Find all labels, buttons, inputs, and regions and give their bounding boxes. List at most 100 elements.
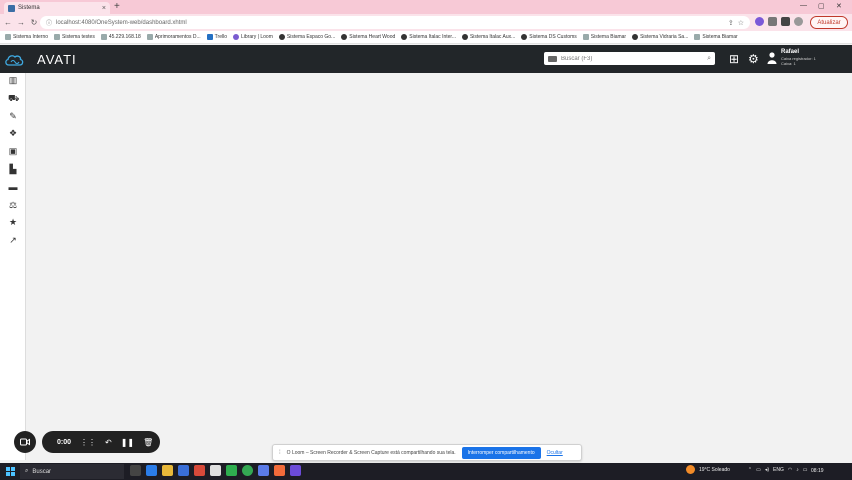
search-icon[interactable]: ⌕ xyxy=(707,55,711,63)
share-icon[interactable]: ⇪ xyxy=(728,19,734,27)
trash-icon[interactable]: 🗑 xyxy=(143,438,153,447)
wrench-icon[interactable]: ✎ xyxy=(8,111,18,121)
pause-icon[interactable]: ❚❚ xyxy=(121,438,134,447)
bookmark-item[interactable]: Sistema testes xyxy=(54,34,95,40)
language-indicator[interactable]: ENG xyxy=(773,467,784,473)
brand-name[interactable]: AVATI xyxy=(37,52,77,67)
drag-handle-icon[interactable]: ⁞ xyxy=(279,450,281,456)
weather-text[interactable]: 19°C Soleado xyxy=(699,467,730,473)
cubes-icon[interactable]: ❖ xyxy=(8,128,18,138)
globe-icon xyxy=(632,34,639,40)
battery-icon[interactable]: ▭ xyxy=(803,467,808,473)
add-icon[interactable]: ⊞ xyxy=(729,53,739,65)
bookmark-item[interactable]: Trello xyxy=(206,34,227,40)
cart-icon[interactable]: ⛟ xyxy=(8,93,19,103)
app-header: AVATI ⌕ ⊞ ⚙ Rafael Caixa registrador: 1 … xyxy=(0,45,852,73)
share-message: O Loom – Screen Recorder & Screen Captur… xyxy=(286,449,456,456)
browser-tab[interactable]: Sistema × xyxy=(4,2,110,14)
money-icon[interactable]: ▣ xyxy=(8,146,18,156)
bookmark-label: Sistema DS Customs xyxy=(529,34,577,40)
bookmark-item[interactable]: Sistema Interno xyxy=(5,34,48,40)
bookmark-item[interactable]: Sistema Biamar xyxy=(582,34,626,40)
truck-icon[interactable]: ▬ xyxy=(8,182,18,192)
industry-icon[interactable]: ▙ xyxy=(8,164,18,174)
stop-sharing-button[interactable]: Interromper compartilhamento xyxy=(461,446,541,459)
bookmark-label: Trello xyxy=(214,34,227,40)
reload-icon[interactable]: ↻ xyxy=(29,18,39,27)
chrome-icon[interactable] xyxy=(242,465,253,476)
volume-icon[interactable]: ◂) xyxy=(765,467,769,473)
restart-icon[interactable]: ↶ xyxy=(105,438,112,447)
sidebar-toggle-icon[interactable] xyxy=(781,17,790,26)
wifi-icon[interactable]: ◠ xyxy=(788,467,792,473)
book-icon[interactable]: ▥ xyxy=(8,75,18,85)
puzzle-icon[interactable] xyxy=(768,17,777,26)
taskbar-search[interactable]: ⌕ Buscar xyxy=(20,464,124,479)
bookmark-item[interactable]: Sistema DS Customs xyxy=(521,34,577,40)
office-icon[interactable] xyxy=(194,465,205,476)
trello-icon xyxy=(206,34,213,40)
search-box[interactable]: ⌕ xyxy=(544,52,715,65)
whatsapp-icon[interactable] xyxy=(226,465,237,476)
slack-icon[interactable] xyxy=(210,465,221,476)
intellij-icon[interactable] xyxy=(274,465,285,476)
weather-icon[interactable] xyxy=(686,465,695,474)
store-icon[interactable] xyxy=(178,465,189,476)
back-icon[interactable]: ← xyxy=(3,18,13,27)
bookmark-item[interactable]: Sistema Italac Inter... xyxy=(401,34,456,40)
bookmark-item[interactable]: Sistema Biamar xyxy=(694,34,738,40)
chevron-up-icon[interactable]: ⌃ xyxy=(748,467,752,473)
loom-extension-icon[interactable] xyxy=(755,17,764,26)
bookmark-item[interactable]: Aprimoramentos D... xyxy=(146,34,201,40)
close-tab-icon[interactable]: × xyxy=(102,5,106,12)
network-icon[interactable]: ▭ xyxy=(756,467,761,473)
bookmark-star-icon[interactable]: ☆ xyxy=(738,19,744,27)
loom-icon xyxy=(233,34,239,40)
maximize-icon[interactable]: ▢ xyxy=(818,2,825,10)
hide-button[interactable]: Ocultar xyxy=(547,450,563,456)
star-icon[interactable]: ★ xyxy=(8,217,18,227)
edge-icon[interactable] xyxy=(146,465,157,476)
speaker-icon[interactable]: ♪ xyxy=(796,467,799,473)
new-tab-button[interactable]: + xyxy=(114,2,120,12)
chart-icon[interactable]: ↗ xyxy=(8,235,18,245)
user-cashier: Caixa: 1 xyxy=(781,61,796,66)
taskbar: ⌕ Buscar 19°C Soleado ⌃ ▭ ◂) ENG ◠ ♪ ▭ 0… xyxy=(0,463,852,480)
profile-avatar-icon[interactable] xyxy=(794,17,803,26)
bookmark-item[interactable]: Sistema Heart Wood xyxy=(341,34,395,40)
minimize-icon[interactable]: — xyxy=(800,2,807,9)
info-icon[interactable]: ⓘ xyxy=(46,18,52,27)
bookmark-item[interactable]: Sistema Italac Aux... xyxy=(461,34,516,40)
scale-icon[interactable]: ⚖ xyxy=(8,200,18,210)
gear-icon[interactable]: ⚙ xyxy=(748,53,759,65)
tab-title: Sistema xyxy=(18,5,40,11)
main-content xyxy=(27,73,852,460)
windows-start-icon[interactable] xyxy=(6,467,15,476)
cloud-logo-icon[interactable] xyxy=(4,53,24,66)
update-button[interactable]: Atualizar xyxy=(810,16,848,29)
grid-icon[interactable]: ⋮⋮ xyxy=(80,438,96,447)
bookmark-item[interactable]: Sistema Vidraria Sa... xyxy=(632,34,688,40)
address-bar[interactable]: ⓘ localhost:4080/OneSystem-web/dashboard… xyxy=(40,16,750,29)
file-explorer-icon[interactable] xyxy=(162,465,173,476)
loom-camera-button[interactable] xyxy=(14,431,36,453)
bookmark-label: Sistema Italac Aux... xyxy=(469,34,516,40)
bookmark-item[interactable]: Sistema Espaco Go... xyxy=(278,34,335,40)
task-view-icon[interactable] xyxy=(130,465,141,476)
bookmark-label: Sistema Interno xyxy=(13,34,49,40)
clock[interactable]: 08:19 xyxy=(811,468,824,474)
search-input[interactable] xyxy=(561,55,704,62)
bookmark-item[interactable]: Library | Loom xyxy=(233,34,273,40)
screen-share-bar: ⁞ O Loom – Screen Recorder & Screen Capt… xyxy=(272,444,582,461)
bookmark-label: Sistema Biamar xyxy=(702,34,738,40)
extensions-area xyxy=(755,17,803,26)
system-tray: 19°C Soleado ⌃ ▭ ◂) ENG ◠ ♪ ▭ xyxy=(686,465,808,474)
bookmark-item[interactable]: 45.229.168.18 xyxy=(100,34,141,40)
close-window-icon[interactable]: ✕ xyxy=(836,2,842,10)
app-icon[interactable] xyxy=(290,465,301,476)
url-text[interactable]: localhost:4080/OneSystem-web/dashboard.x… xyxy=(56,20,724,26)
teams-icon[interactable] xyxy=(258,465,269,476)
forward-icon[interactable]: → xyxy=(16,18,26,27)
user-icon[interactable] xyxy=(767,52,777,64)
user-name[interactable]: Rafael xyxy=(781,49,799,55)
